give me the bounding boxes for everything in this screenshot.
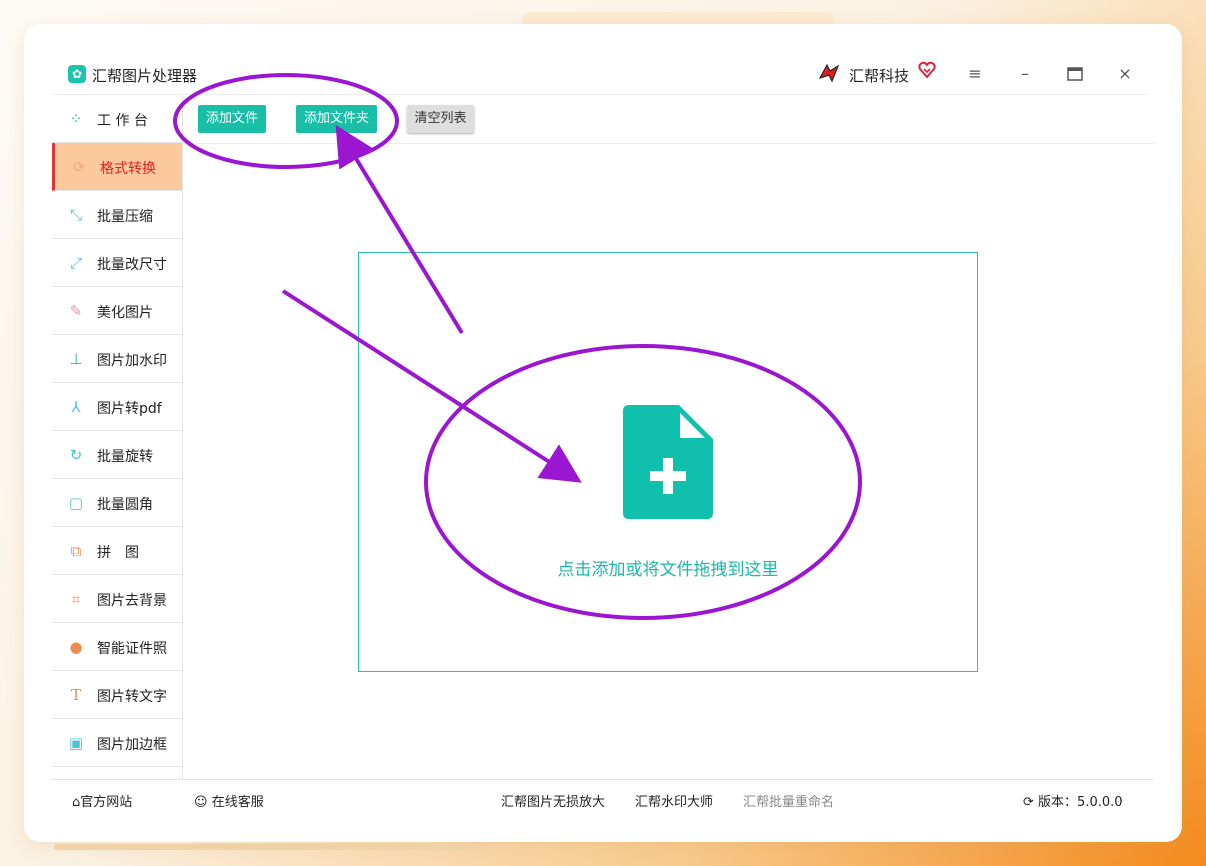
sidebar-item-id-photo[interactable]: ● 智能证件照 [52,623,182,671]
close-button[interactable]: × [1113,62,1137,86]
pdf-icon: ⅄ [71,398,81,416]
drop-zone[interactable]: 点击添加或将文件拖拽到这里 [358,252,978,672]
footer: ⌂官方网站 ☺ 在线客服 汇帮图片无损放大 汇帮水印大师 汇帮批量重命名 ⟳ 版… [52,779,1154,819]
sidebar-item-remove-bg[interactable]: ⌗ 图片去背景 [52,575,182,623]
sidebar-item-label: 智能证件照 [97,641,167,657]
puzzle-icon: ⧉ [70,542,82,560]
sidebar-item-resize[interactable]: ⤢ 批量改尺寸 [52,239,182,287]
sidebar-item-watermark[interactable]: ⊥ 图片加水印 [52,335,182,383]
app-window: ✿ 汇帮图片处理器 汇帮科技 ≡ – × ⁘ 工 作 台 ⟳ 格式转换 ⤡ 批量… [52,52,1154,818]
sidebar-item-label: 美化图片 [97,305,153,321]
round-corner-icon: ▢ [68,494,84,512]
maximize-button[interactable] [1063,62,1087,86]
sidebar-item-label: 格式转换 [100,161,156,177]
sidebar: ⁘ 工 作 台 ⟳ 格式转换 ⤡ 批量压缩 ⤢ 批量改尺寸 ✎ 美化图片 ⊥ 图… [52,95,183,779]
official-site-link[interactable]: ⌂官方网站 [72,791,132,810]
background-bar [54,844,474,850]
sidebar-item-label: 图片转文字 [97,689,167,705]
crop-icon: ⌗ [71,590,81,608]
footer-link-watermark[interactable]: 汇帮水印大师 [635,791,713,810]
sidebar-item-workbench[interactable]: ⁘ 工 作 台 [52,95,182,143]
footer-link-rename[interactable]: 汇帮批量重命名 [743,791,834,810]
toolbar: 添加文件 添加文件夹 清空列表 [182,95,1154,144]
menu-icon[interactable]: ≡ [963,62,987,86]
sidebar-item-label: 拼 图 [97,545,139,561]
refresh-icon[interactable]: ⟳ [1023,795,1034,810]
sidebar-item-rotate[interactable]: ↻ 批量旋转 [52,431,182,479]
text-icon: T [70,686,81,704]
support-icon: ☺ [194,795,208,810]
sidebar-item-format-convert[interactable]: ⟳ 格式转换 [52,143,182,191]
sidebar-item-beautify[interactable]: ✎ 美化图片 [52,287,182,335]
sidebar-item-to-pdf[interactable]: ⅄ 图片转pdf [52,383,182,431]
sidebar-item-label: 图片加水印 [97,353,167,369]
add-file-button[interactable]: 添加文件 [198,105,266,133]
add-folder-button[interactable]: 添加文件夹 [296,105,377,133]
minimize-button[interactable]: – [1013,62,1037,86]
sidebar-item-round-corner[interactable]: ▢ 批量圆角 [52,479,182,527]
support-label: 在线客服 [211,795,264,810]
sidebar-item-label: 批量圆角 [97,497,153,513]
footer-link-upscale[interactable]: 汇帮图片无损放大 [501,791,605,810]
grid-icon: ⁘ [69,110,83,128]
sidebar-item-ocr[interactable]: T 图片转文字 [52,671,182,719]
heart-icon[interactable] [918,61,936,79]
stamp-icon: ⊥ [69,350,83,368]
frame-icon: ▣ [68,734,84,752]
sidebar-item-label: 图片转pdf [97,401,162,417]
person-icon: ● [69,638,83,656]
sidebar-item-border[interactable]: ▣ 图片加边框 [52,719,182,767]
sidebar-item-puzzle[interactable]: ⧉ 拼 图 [52,527,182,575]
version-label: 版本：5.0.0.0 [1038,795,1123,810]
compress-icon: ⤡ [69,206,82,224]
sidebar-item-label: 批量压缩 [97,209,153,225]
support-link[interactable]: ☺ 在线客服 [194,791,264,810]
official-site-label: 官方网站 [80,795,133,810]
resize-icon: ⤢ [69,254,82,272]
rotate-icon: ↻ [69,446,83,464]
beautify-icon: ✎ [69,302,83,320]
convert-icon: ⟳ [72,158,86,176]
clear-list-button[interactable]: 清空列表 [407,105,474,133]
brand-name: 汇帮科技 [849,67,910,85]
app-title: 汇帮图片处理器 [92,67,198,85]
brand-logo-icon [818,63,840,83]
sidebar-item-label: 工 作 台 [97,113,148,129]
sidebar-item-label: 图片去背景 [97,593,167,609]
version-info: ⟳ 版本：5.0.0.0 [1023,791,1123,810]
title-bar: ✿ 汇帮图片处理器 汇帮科技 ≡ – × [52,52,1148,95]
sidebar-item-label: 批量改尺寸 [97,257,167,273]
sidebar-item-label: 批量旋转 [97,449,153,465]
app-logo-icon: ✿ [68,65,86,83]
sidebar-item-label: 图片加边框 [97,737,167,753]
drop-hint-text: 点击添加或将文件拖拽到这里 [557,560,779,580]
add-file-icon[interactable] [623,405,713,519]
sidebar-item-compress[interactable]: ⤡ 批量压缩 [52,191,182,239]
